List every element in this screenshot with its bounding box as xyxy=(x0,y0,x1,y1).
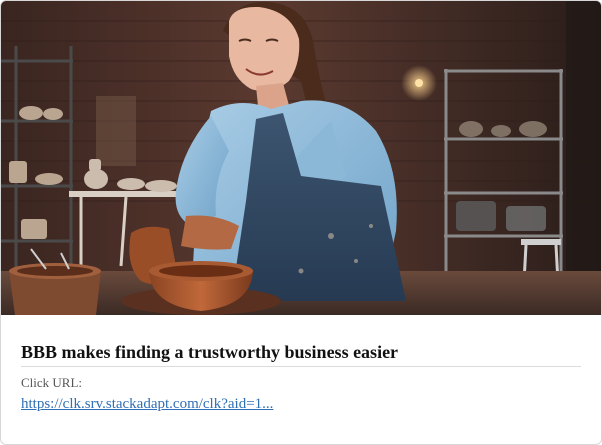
pottery-photo xyxy=(1,1,601,315)
ad-headline: BBB makes finding a trustworthy business… xyxy=(21,339,581,367)
ad-preview-card: BBB makes finding a trustworthy business… xyxy=(0,0,602,445)
ad-content: BBB makes finding a trustworthy business… xyxy=(21,339,581,414)
click-url-label: Click URL: xyxy=(21,375,83,390)
hero-image xyxy=(1,1,601,315)
click-url-link[interactable]: https://clk.srv.stackadapt.com/clk?aid=1… xyxy=(21,394,273,414)
